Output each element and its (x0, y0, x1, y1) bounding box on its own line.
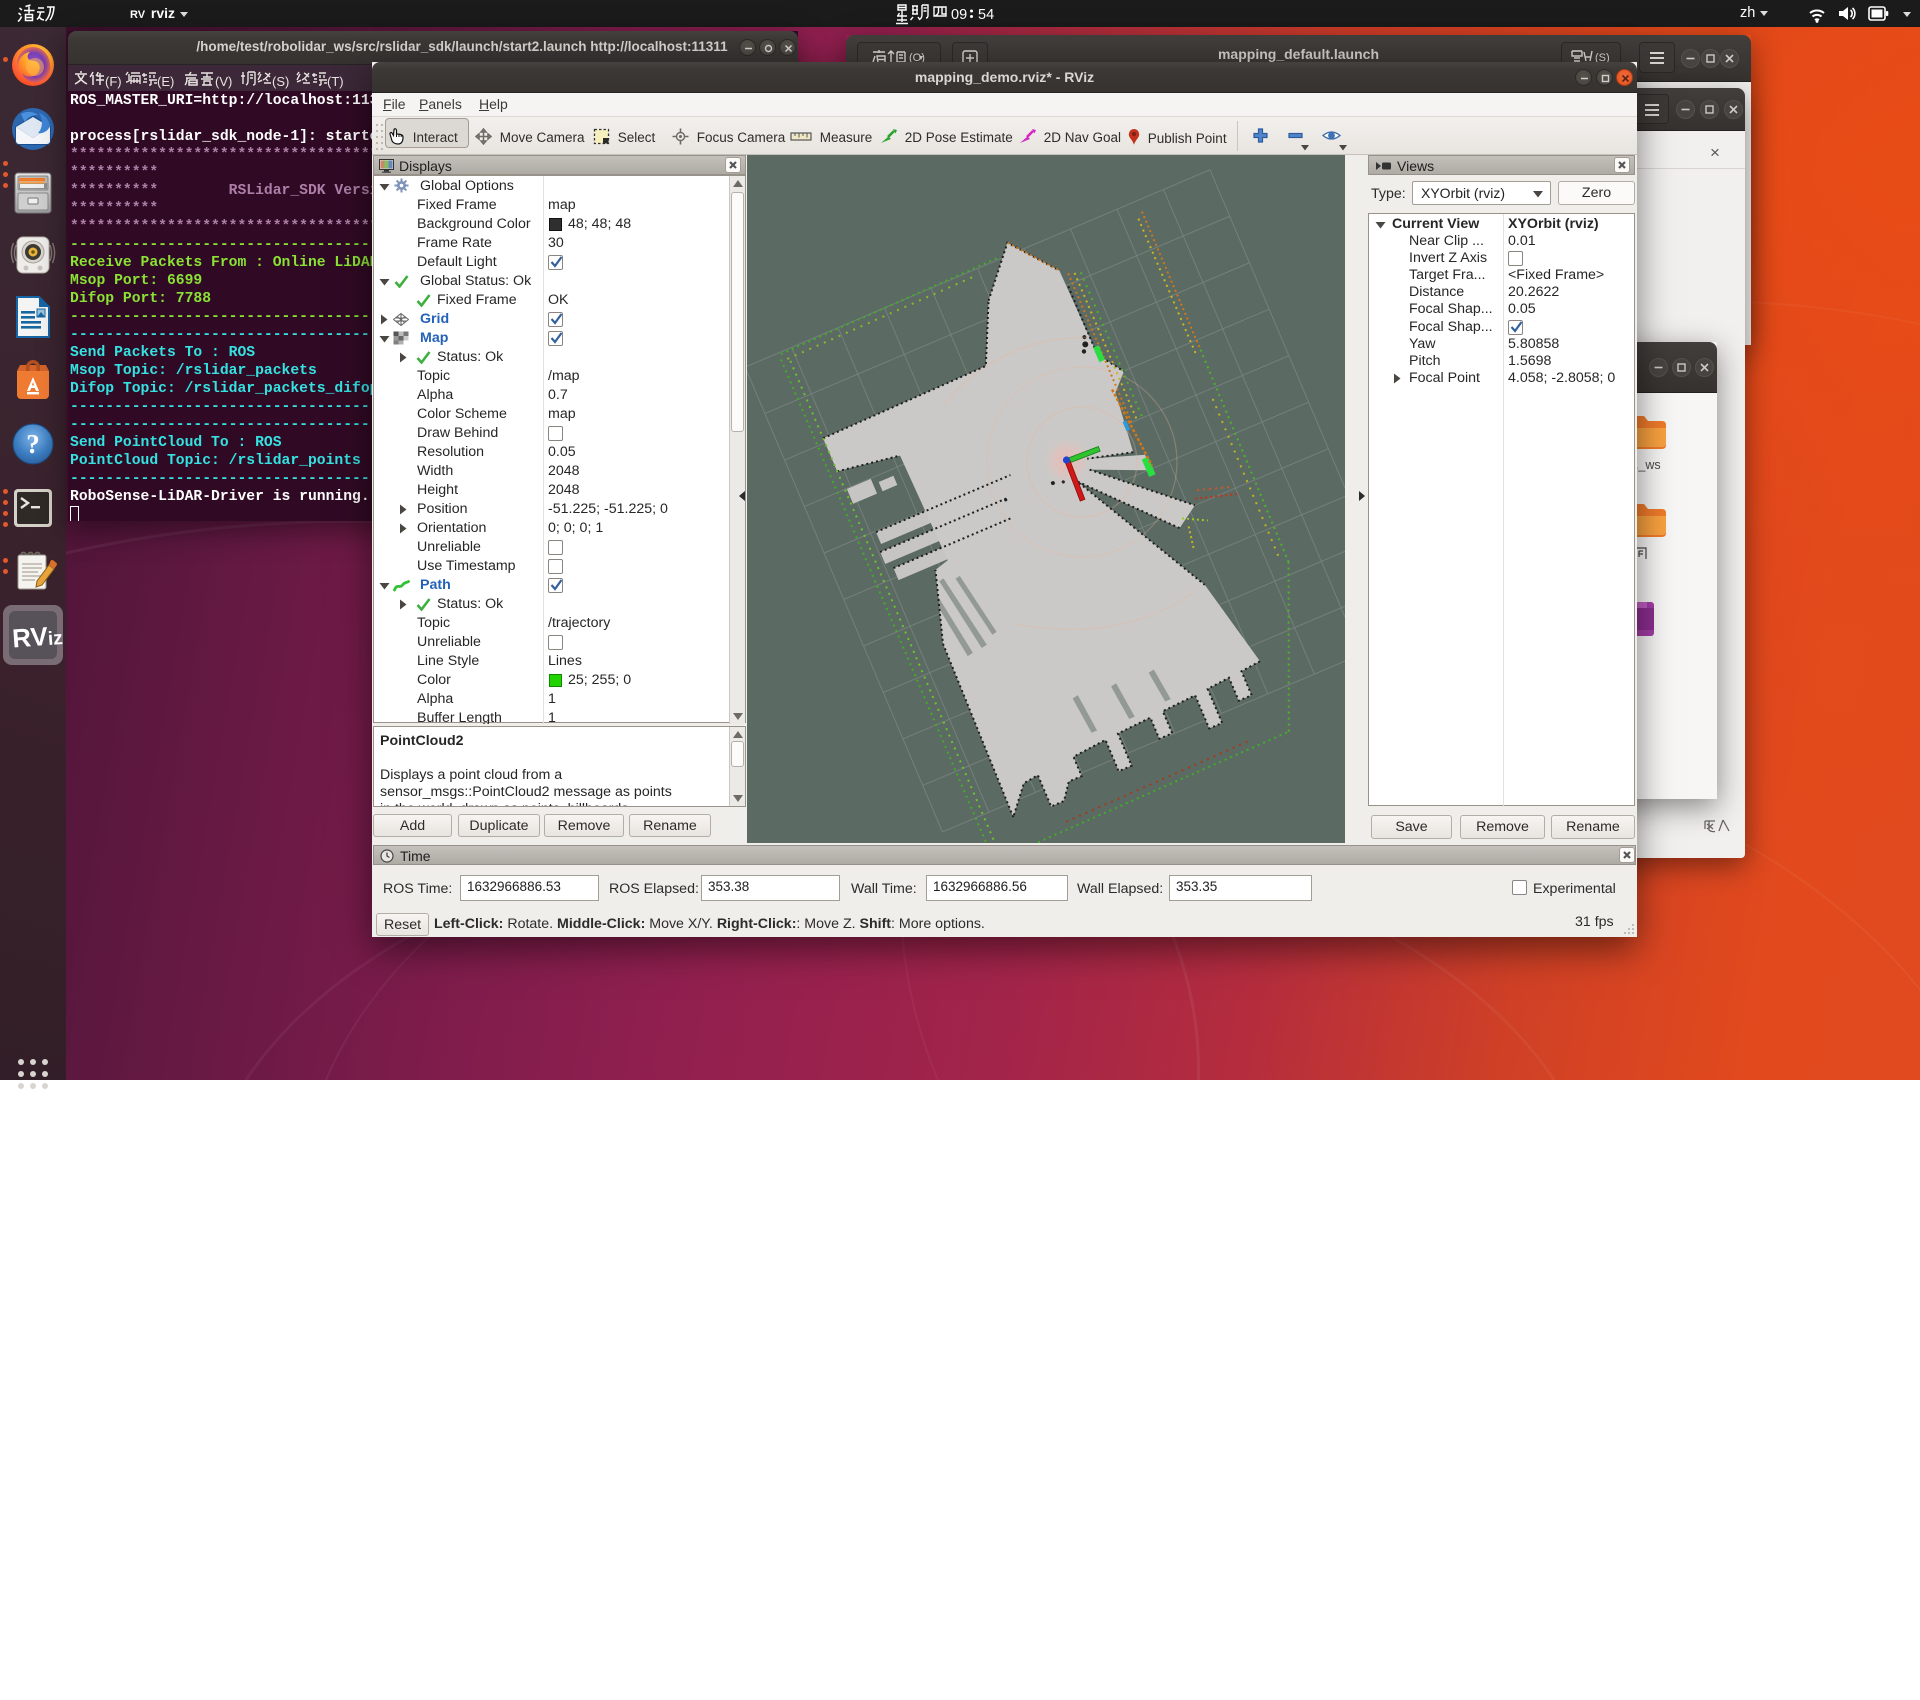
svg-text:09: 09 (951, 7, 967, 23)
svg-text:54: 54 (978, 7, 994, 23)
svg-text:RV: RV (130, 9, 146, 20)
svg-text:?: ? (26, 429, 40, 459)
